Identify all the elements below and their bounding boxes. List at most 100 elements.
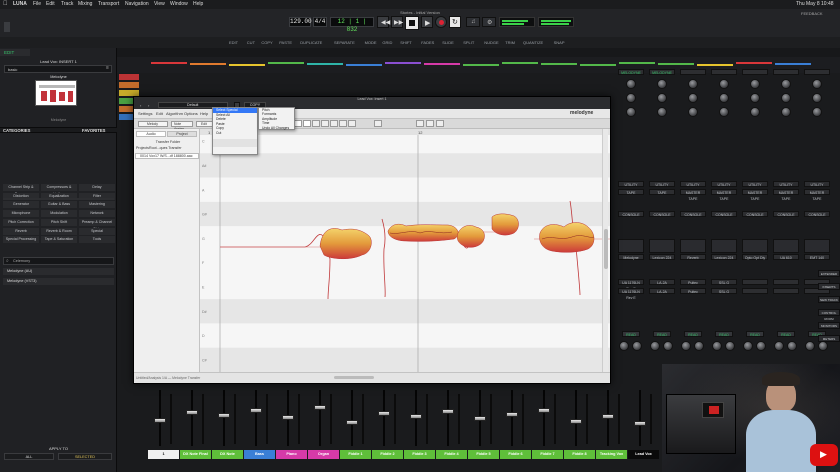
tool-shift[interactable]: SHIFT <box>400 37 412 48</box>
preamp-knob[interactable] <box>750 93 760 103</box>
category-button[interactable]: Tape & Saturation <box>41 236 77 244</box>
note-blob[interactable] <box>457 225 485 248</box>
send-knob[interactable] <box>787 341 797 351</box>
fader-cap[interactable] <box>186 410 198 415</box>
automation-read-button[interactable]: READ <box>715 331 733 337</box>
channel-name[interactable]: Fiddle 1 <box>340 450 371 459</box>
channel-name[interactable]: Fiddle 6 <box>500 450 531 459</box>
play-button[interactable]: ▶ <box>421 16 433 28</box>
preamp-knob[interactable] <box>781 93 791 103</box>
automation-read-button[interactable]: READ <box>653 331 671 337</box>
send-knob[interactable] <box>712 341 722 351</box>
category-button[interactable]: Compressors & Limiters <box>41 184 77 196</box>
category-button[interactable]: Network <box>79 210 115 218</box>
preamp-knob[interactable] <box>688 107 698 117</box>
result-item[interactable]: Melodyne (VST3) <box>3 278 114 285</box>
insert-slot[interactable] <box>773 288 799 294</box>
category-button[interactable]: Reverb <box>3 227 39 235</box>
plugin-slot-thumb[interactable] <box>711 239 737 253</box>
preamp-knob[interactable] <box>812 93 822 103</box>
formant-tool-icon[interactable] <box>330 120 338 127</box>
metronome-button[interactable]: ♫ <box>466 17 480 27</box>
position-display[interactable]: 12 | 1 | 832 <box>330 17 374 33</box>
strip-header[interactable] <box>742 69 768 75</box>
plugin-slot-thumb[interactable] <box>742 239 768 253</box>
category-button[interactable]: Reverb & Room <box>41 227 77 235</box>
result-item[interactable]: Melodyne (AU) <box>3 268 114 275</box>
preamp-knob[interactable] <box>750 107 760 117</box>
apply-selected-button[interactable]: SELECTED <box>58 453 112 460</box>
forward-nav-icon[interactable]: › <box>148 103 153 108</box>
plugin-slot-thumb[interactable] <box>680 239 706 253</box>
fader-cap[interactable] <box>250 407 262 413</box>
plugin-slot-label[interactable]: Lexicon 224 <box>649 254 675 260</box>
category-button[interactable]: Microphone <box>3 210 39 218</box>
note-blob[interactable] <box>539 222 595 253</box>
fader-cap[interactable] <box>538 408 550 413</box>
menu-help[interactable]: Help <box>193 0 203 9</box>
fader-cap[interactable] <box>474 416 486 421</box>
loop-button[interactable]: ↻ <box>449 16 461 28</box>
menu-settings[interactable]: Settings <box>138 111 152 116</box>
category-button[interactable]: Special Processing <box>3 236 39 244</box>
pitch-drift-icon[interactable] <box>321 120 329 127</box>
send-knob[interactable] <box>650 341 660 351</box>
main-tool-icon[interactable] <box>303 120 311 127</box>
tool-edit[interactable]: EDIT <box>229 37 238 48</box>
category-button[interactable]: Delay <box>79 184 115 191</box>
preamp-knob[interactable] <box>688 93 698 103</box>
edit-tab[interactable]: EDIT <box>0 49 30 56</box>
strip-header[interactable]: MELODYNE <box>618 69 644 75</box>
pitch-modulation-icon[interactable] <box>312 120 320 127</box>
send-knob[interactable] <box>756 341 766 351</box>
preamp-knob[interactable] <box>719 79 729 89</box>
channel-name[interactable]: Fiddle 3 <box>404 450 435 459</box>
tool-quantize[interactable]: QUANTIZE <box>523 37 543 48</box>
insert-slot[interactable]: SSL G <box>711 288 737 294</box>
send-knob[interactable] <box>694 341 704 351</box>
tool-slide[interactable]: SLIDE <box>442 37 454 48</box>
tab-audio[interactable]: Audio <box>136 131 166 137</box>
preset-field[interactable]: basic <box>4 65 112 73</box>
category-button[interactable]: Generator <box>3 201 39 209</box>
view-button[interactable]: MONITORS <box>818 322 840 329</box>
forward-button[interactable]: ▶▶ <box>391 16 403 28</box>
preamp-knob[interactable] <box>719 107 729 117</box>
tool-split[interactable]: SPLIT <box>463 37 474 48</box>
note-blob[interactable] <box>491 213 519 236</box>
channel-name[interactable]: Fiddle 4 <box>436 450 467 459</box>
note-blob[interactable] <box>319 228 372 259</box>
insert-slot[interactable]: Pultec <box>680 279 706 285</box>
channel-name[interactable]: Piano <box>276 450 307 459</box>
fader-cap[interactable] <box>570 419 582 424</box>
transport-stop-icon[interactable] <box>426 120 434 127</box>
channel-name[interactable]: DX Note <box>212 450 243 459</box>
back-icon[interactable]: ‹ <box>140 103 145 108</box>
preamp-knob[interactable] <box>626 107 636 117</box>
preamp-knob[interactable] <box>750 79 760 89</box>
menu-window[interactable]: Window <box>170 0 188 9</box>
fader-cap[interactable] <box>314 405 326 410</box>
apple-icon[interactable]:  <box>3 0 8 9</box>
strip-header[interactable]: MELODYNE <box>649 69 675 75</box>
channel-name[interactable]: Fiddle 5 <box>468 450 499 459</box>
tool-trim[interactable]: TRIM <box>505 37 515 48</box>
plugin-slot-label[interactable]: Melodyne <box>618 254 644 260</box>
send-knob[interactable] <box>743 341 753 351</box>
category-button[interactable]: Pitch Correction <box>3 218 39 226</box>
send-knob[interactable] <box>774 341 784 351</box>
menu-file[interactable]: File <box>33 0 41 9</box>
pitch-tool-icon[interactable] <box>294 120 302 127</box>
tool-separate[interactable]: SEPARATE <box>334 37 355 48</box>
context-item[interactable]: Cut <box>213 131 257 136</box>
send-knob[interactable] <box>619 341 629 351</box>
preamp-knob[interactable] <box>657 79 667 89</box>
fader-cap[interactable] <box>442 409 454 414</box>
plugin-slot-thumb[interactable] <box>804 239 830 253</box>
channel-name[interactable]: Fiddle 7 <box>532 450 563 459</box>
tab-melody[interactable]: Melody <box>138 121 168 127</box>
transport-play-icon[interactable] <box>416 120 424 127</box>
plugin-slot-thumb[interactable] <box>618 239 644 253</box>
menu-edit-mel[interactable]: Edit <box>156 111 163 116</box>
category-button[interactable]: Special <box>79 227 115 235</box>
